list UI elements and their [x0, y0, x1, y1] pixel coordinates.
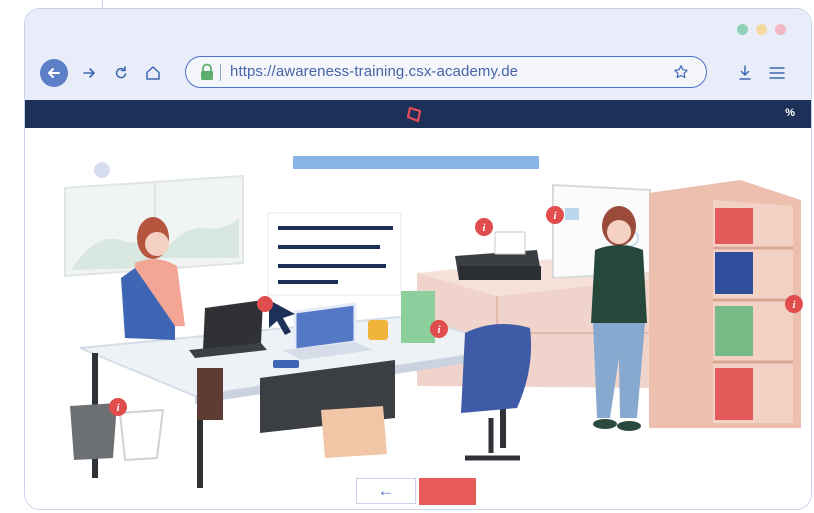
window-dot-green[interactable]: [737, 24, 748, 35]
floating-card: [267, 212, 402, 296]
hamburger-menu-icon[interactable]: [763, 59, 791, 87]
star-icon[interactable]: [673, 64, 689, 80]
phone: [273, 360, 299, 368]
window-dot-yellow[interactable]: [756, 24, 767, 35]
info-icon[interactable]: i: [430, 320, 448, 338]
url-bar[interactable]: https://awareness-training.csx-academy.d…: [185, 56, 707, 88]
url-text[interactable]: https://awareness-training.csx-academy.d…: [230, 63, 518, 80]
forward-arrow-icon[interactable]: [75, 59, 103, 87]
info-icon[interactable]: i: [546, 206, 564, 224]
lock-icon: [201, 63, 213, 80]
browser-window: https://awareness-training.csx-academy.d…: [24, 8, 812, 510]
office-chair: [461, 324, 532, 461]
next-button[interactable]: [419, 478, 476, 505]
info-icon[interactable]: i: [475, 218, 493, 236]
guide-dot: [94, 162, 110, 178]
url-divider: [220, 64, 221, 81]
back-arrow-icon: ←: [377, 481, 395, 500]
handbag: [321, 406, 387, 458]
previous-button[interactable]: ←: [356, 478, 416, 504]
app-header-bar: %: [25, 100, 811, 128]
binder: [401, 291, 435, 343]
info-icon[interactable]: i: [785, 295, 803, 313]
info-icon[interactable]: i: [109, 398, 127, 416]
laptop-left: [189, 300, 267, 358]
bookshelf: [649, 180, 801, 428]
brand-logo-icon: [406, 106, 422, 123]
info-icon[interactable]: [257, 296, 273, 312]
home-icon[interactable]: [139, 59, 167, 87]
title-bar: [25, 9, 811, 46]
office-illustration: i i i i i: [64, 174, 803, 488]
office-scene: i i i i i ←: [25, 128, 811, 509]
download-icon[interactable]: [731, 59, 759, 87]
mug: [368, 320, 388, 340]
progress-label: %: [785, 107, 795, 119]
browser-toolbar: https://awareness-training.csx-academy.d…: [25, 46, 811, 100]
reload-icon[interactable]: [107, 59, 135, 87]
back-arrow-icon[interactable]: [40, 59, 68, 87]
window-dot-pink[interactable]: [775, 24, 786, 35]
printer: [455, 231, 541, 280]
